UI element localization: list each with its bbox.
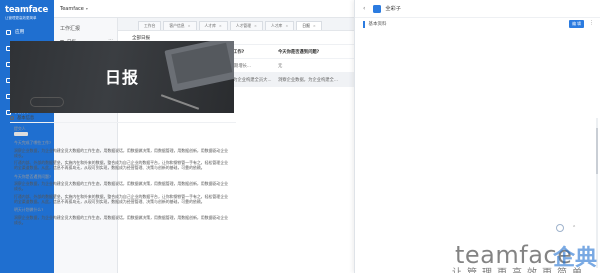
apps-icon [6, 29, 11, 35]
tab-label: 工作台 [144, 23, 156, 28]
tab-talent-pool[interactable]: 人才库 × [198, 21, 228, 30]
tab-basic-info[interactable]: 基本资料 [369, 21, 387, 27]
more-options-icon[interactable]: ⋮ [589, 20, 594, 26]
accent-bar [363, 20, 365, 28]
nav-label: 应用 [15, 30, 25, 35]
panel-user-name: 全彩子 [385, 6, 401, 12]
banner-title: 日报 [104, 68, 139, 87]
field-label: 明天计划做什么? [14, 207, 44, 213]
field-value: 打通内部、外部的数据壁垒，实施内在和外来的数据，整合成为自己企业的数据平台，让你… [14, 160, 228, 171]
tab-label: 人才管理 [235, 23, 252, 28]
close-icon[interactable]: × [219, 24, 222, 28]
panel-header: ‹ 全彩子 [355, 0, 600, 18]
collapse-icon[interactable] [10, 116, 14, 120]
comment-icon[interactable] [556, 224, 564, 232]
chevron-up-icon[interactable]: ⌃ [572, 225, 576, 231]
report-content: 提交人 今天完成了哪些工作? 洞察企业数据，为企业构建全员大数据的工作生态，用数… [14, 126, 230, 225]
tab-label: 客户信息 [169, 23, 185, 28]
section-title: 基本信息 [17, 116, 35, 121]
edit-button[interactable]: 编 辑 [569, 20, 584, 28]
tab-label: 人才库 [270, 23, 283, 28]
chevron-down-icon[interactable]: ▾ [86, 6, 88, 11]
section-header[interactable]: 基本信息 [10, 114, 236, 123]
sidebar-title: 工作汇报 [60, 26, 81, 32]
column-header[interactable]: 今天你是否遇到问题? [276, 49, 352, 55]
close-icon[interactable]: × [313, 24, 316, 28]
tab-customer[interactable]: 客户信息 × [163, 21, 197, 30]
close-icon[interactable]: × [188, 24, 191, 28]
field-value: 打通内部、外部的数据壁垒，实施内在和外来的数据，整合成为自己企业的数据平台，让你… [14, 193, 228, 204]
table-cell: 无 [278, 63, 283, 69]
logo-tagline: 让管理更高效更简单 [5, 16, 37, 20]
submitter-value [14, 132, 28, 137]
tab-workbench[interactable]: 工作台 [138, 21, 162, 30]
report-banner: 日报 [10, 41, 234, 113]
tab-bar: 工作台 客户信息 × 人才库 × 人才管理 × 人才库 × 日报 × [118, 18, 354, 31]
back-icon[interactable]: ‹ [363, 5, 365, 12]
detail-panel: ‹ 全彩子 基本资料 编 辑 ⋮ [354, 0, 600, 273]
close-icon[interactable]: × [254, 24, 257, 28]
tab-label: 日报 [302, 23, 310, 28]
logo: teamface 让管理更高效更简单 [0, 0, 54, 24]
tab-talent-pool-2[interactable]: 人才库 × [264, 21, 295, 30]
tab-daily[interactable]: 日报 × [296, 21, 322, 30]
avatar [373, 4, 382, 13]
tab-label: 人才库 [204, 23, 216, 28]
tab-talent-mgmt[interactable]: 人才管理 × [229, 21, 263, 30]
logo-text: teamface [5, 5, 49, 15]
field-value: 洞察企业数据，为企业构建全员大数据的工作生态，用数据说话，用数据做决策，用数据管… [14, 214, 228, 225]
pen-image [160, 94, 200, 110]
panel-subheader: 基本资料 编 辑 ⋮ [355, 18, 600, 30]
close-icon[interactable]: × [285, 24, 288, 28]
field-value: 洞察企业数据，为企业构建全员大数据的工作生态，用数据说话，用数据做决策，用数据管… [14, 181, 228, 192]
field-value: 洞察企业数据，为企业构建全员大数据的工作生态，用数据说话，用数据做决策，用数据管… [14, 147, 228, 158]
watermark-tagline: 让管理更高效更简单 [452, 264, 587, 273]
top-bar: Teamface ▾ [54, 0, 354, 18]
table-cell: 洞察企业数据，为企业构建全... [278, 77, 338, 83]
company-switcher[interactable]: Teamface [60, 6, 84, 12]
field-label: 今天完成了哪些工作? [14, 140, 52, 146]
field-label: 今天你是否遇到问题? [14, 173, 52, 179]
glasses-image [30, 97, 64, 107]
scrollbar-thumb[interactable] [596, 128, 598, 174]
nav-item-apps[interactable]: 应用 [0, 24, 54, 40]
